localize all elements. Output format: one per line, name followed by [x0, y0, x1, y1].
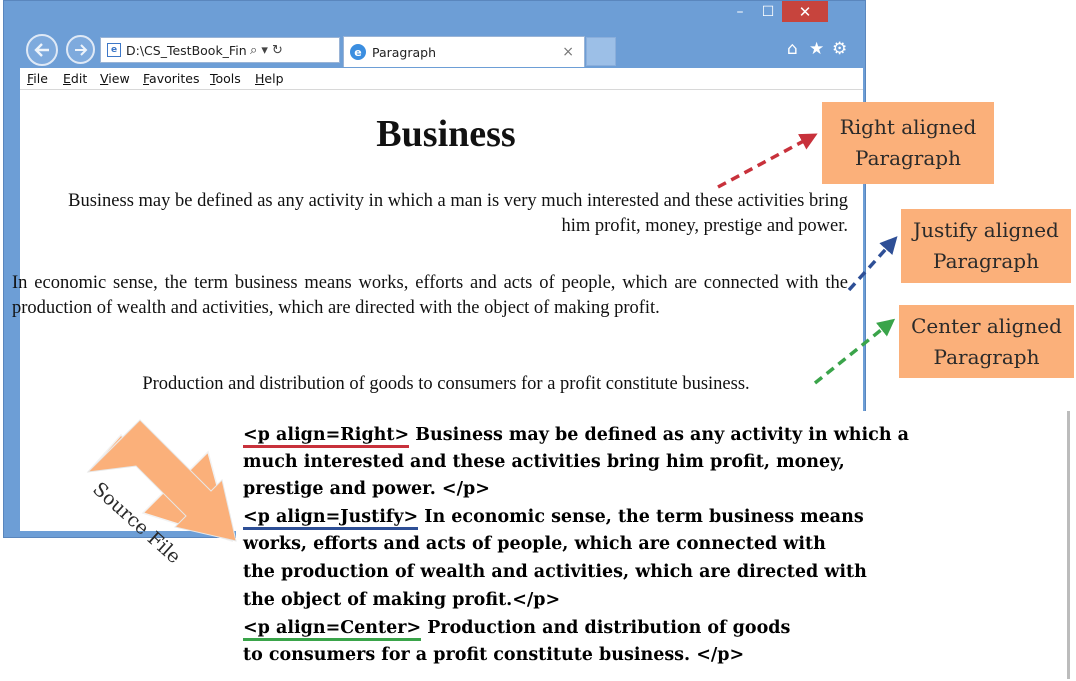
address-url[interactable]: D:\CS_TestBook_Final\	[126, 43, 246, 58]
code-line: the production of wealth and activities,…	[243, 562, 867, 582]
callout-line: Right aligned	[839, 115, 977, 139]
refresh-icon[interactable]: ↻	[272, 43, 283, 58]
minimize-button[interactable]: –	[726, 1, 754, 22]
code-line: prestige and power. </p>	[243, 479, 490, 499]
search-dropdown-icon[interactable]: ⌕ ▾	[250, 43, 268, 58]
code-line: <p align=Justify> In economic sense, the…	[243, 504, 864, 530]
code-line: much interested and these activities bri…	[243, 452, 845, 472]
right-aligned-callout: Right aligned Paragraph	[822, 102, 994, 184]
address-bar[interactable]: e D:\CS_TestBook_Final\ ⌕ ▾ ↻	[100, 37, 340, 63]
arrow-right-icon	[74, 43, 87, 56]
settings-gear-icon[interactable]: ⚙	[832, 39, 847, 59]
justify-aligned-paragraph: In economic sense, the term business mea…	[12, 273, 848, 318]
navigation-bar: e D:\CS_TestBook_Final\ ⌕ ▾ ↻ e Paragrap…	[4, 31, 865, 67]
code-line: the object of making profit.</p>	[243, 590, 561, 610]
forward-button[interactable]	[66, 35, 95, 64]
menu-edit[interactable]: Edit	[63, 71, 87, 86]
close-button[interactable]: ✕	[782, 1, 828, 22]
code-tag-center: <p align=Center>	[243, 618, 422, 641]
code-line: works, efforts and acts of people, which…	[243, 534, 826, 554]
callout-line: Paragraph	[933, 249, 1039, 273]
center-aligned-paragraph: Production and distribution of goods to …	[142, 374, 750, 394]
right-aligned-paragraph: Business may be defined as any activity …	[68, 191, 848, 236]
maximize-button[interactable]: ☐	[754, 1, 782, 22]
menu-tools[interactable]: Tools	[210, 71, 241, 86]
title-bar: – ☐ ✕	[4, 1, 865, 31]
arrow-left-icon	[34, 43, 49, 57]
menu-view[interactable]: View	[100, 71, 130, 86]
code-tag-justify: <p align=Justify>	[243, 507, 419, 530]
callout-line: Center aligned	[911, 313, 1062, 338]
code-text: Business may be defined as any activity …	[409, 425, 909, 445]
source-code-box: <p align=Right> Business may be defined …	[236, 411, 1070, 679]
callout-line: Paragraph	[933, 344, 1040, 369]
code-line: <p align=Right> Business may be defined …	[243, 422, 909, 448]
code-text: Production and distribution of goods	[421, 618, 791, 638]
tab-paragraph[interactable]: e Paragraph ×	[343, 36, 585, 67]
favorites-star-icon[interactable]: ★	[809, 39, 824, 59]
ie-logo-icon: e	[350, 44, 366, 60]
justify-aligned-callout: Justify aligned Paragraph	[901, 209, 1071, 283]
menu-bar: File Edit View Favorites Tools Help	[20, 68, 863, 90]
code-text: In economic sense, the term business mea…	[418, 507, 864, 527]
code-line: to consumers for a profit constitute bus…	[243, 645, 745, 665]
tab-close-icon[interactable]: ×	[562, 44, 574, 60]
page-icon: e	[107, 43, 121, 57]
callout-line: Paragraph	[855, 146, 961, 170]
callout-line: Justify aligned	[913, 218, 1059, 242]
tab-title: Paragraph	[372, 44, 437, 60]
menu-favorites[interactable]: Favorites	[143, 71, 199, 86]
home-icon[interactable]: ⌂	[787, 39, 798, 59]
menu-file[interactable]: File	[27, 71, 48, 86]
code-line: <p align=Center> Production and distribu…	[243, 615, 790, 641]
new-tab-button[interactable]	[586, 37, 616, 66]
center-aligned-callout: Center aligned Paragraph	[899, 305, 1074, 378]
page-heading: Business	[376, 113, 516, 155]
menu-help[interactable]: Help	[255, 71, 284, 86]
back-button[interactable]	[26, 34, 58, 66]
code-tag-right: <p align=Right>	[243, 425, 410, 448]
